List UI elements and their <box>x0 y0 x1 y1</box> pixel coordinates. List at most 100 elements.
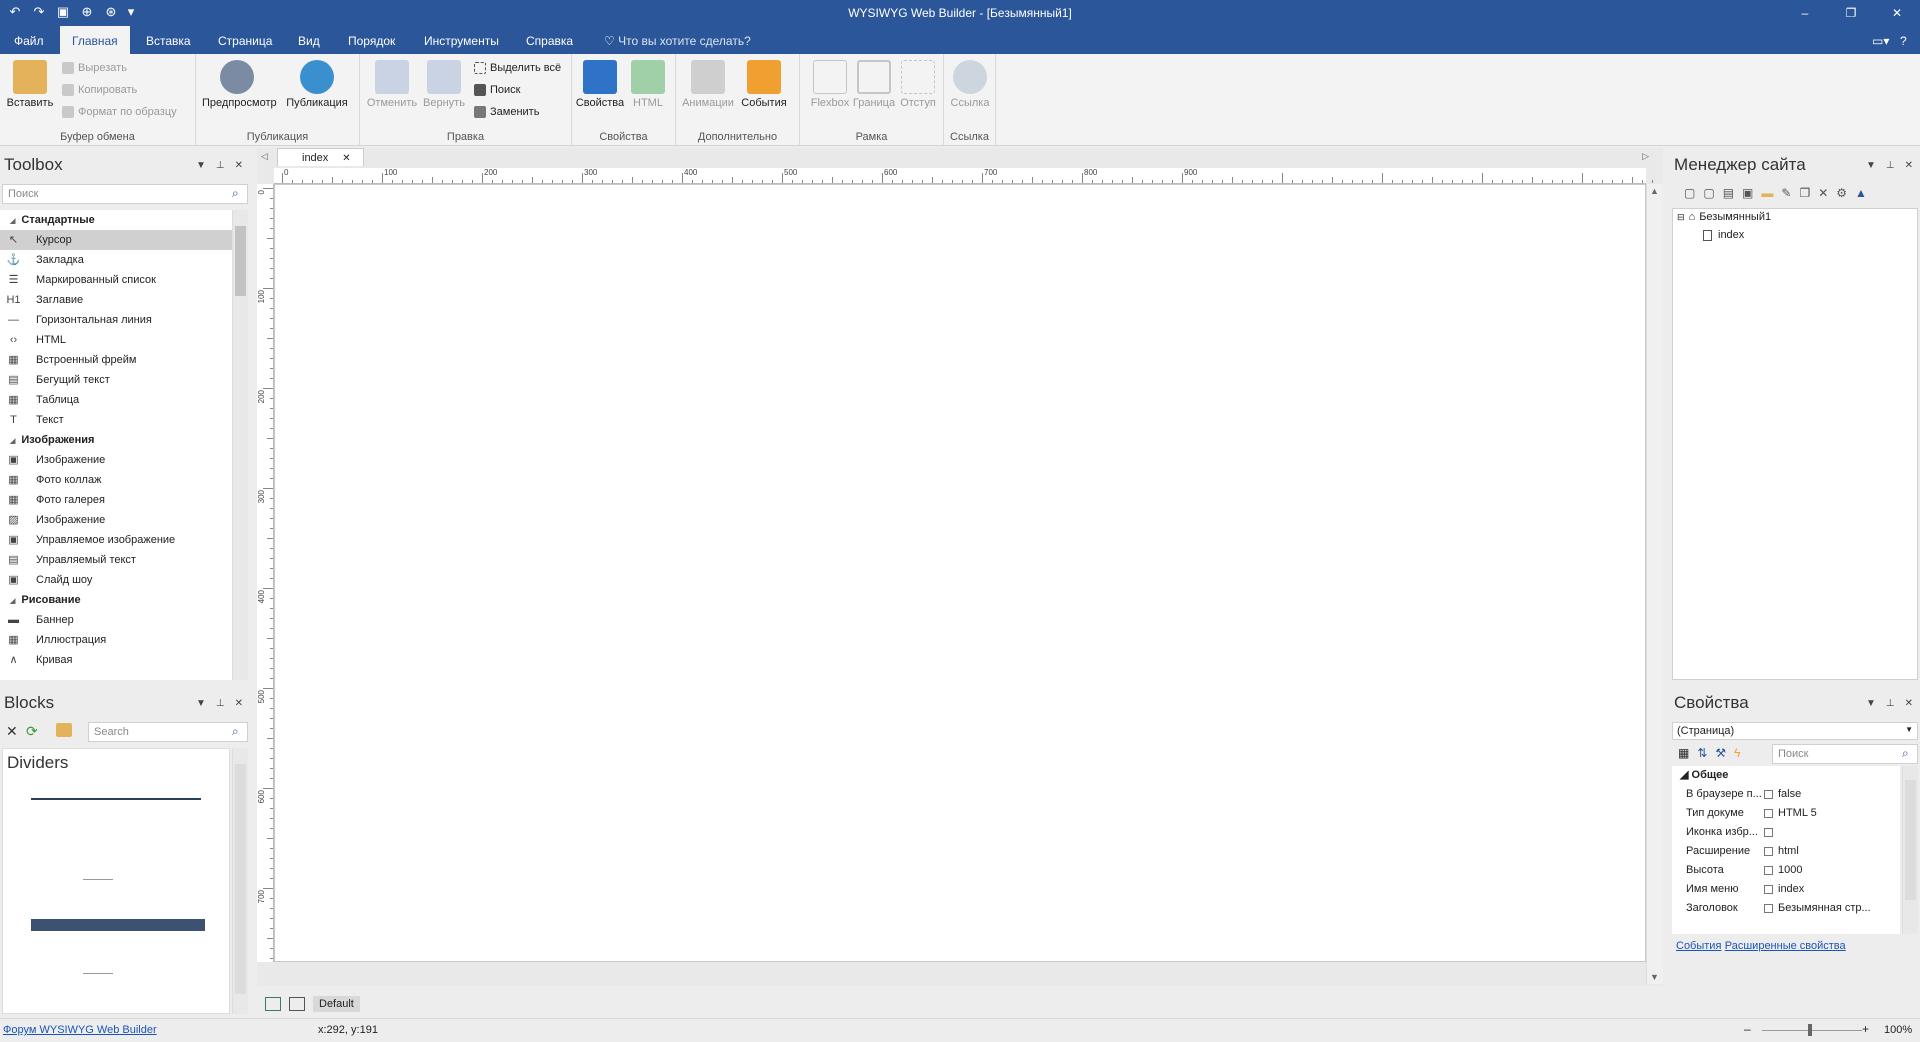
replace-button[interactable]: Заменить <box>474 106 539 118</box>
events-button[interactable]: События <box>738 60 790 109</box>
properties-search-input[interactable]: Поиск <box>1772 744 1918 764</box>
property-value[interactable]: html <box>1778 842 1898 861</box>
close-icon[interactable]: ✕ <box>235 160 243 171</box>
toolbox-item[interactable]: ▦ Иллюстрация <box>0 630 232 650</box>
toolbox-item[interactable]: ▦ Фото коллаж <box>0 470 232 490</box>
toolbox-scrollbar[interactable] <box>232 210 248 680</box>
blocks-search-input[interactable]: Search <box>88 722 248 742</box>
blocks-scrollbar[interactable] <box>232 748 248 1014</box>
help-icon[interactable]: ? <box>1888 26 1919 54</box>
toolbox-category[interactable]: Изображения <box>0 430 232 450</box>
tell-me-box[interactable]: ♡ Что вы хотите сделать? <box>598 26 763 54</box>
dropdown-icon[interactable]: ▼ <box>1866 698 1876 709</box>
toolbox-item[interactable]: ↖ Курсор <box>0 230 232 250</box>
page-icon[interactable]: ▤ <box>1723 186 1734 200</box>
zoom-out-icon[interactable]: – <box>1744 1022 1751 1036</box>
canvas-scrollbar[interactable]: ▲ ▼ <box>1646 184 1663 984</box>
property-value[interactable]: HTML 5 <box>1778 804 1898 823</box>
wrench-icon[interactable]: ⚒ <box>1715 746 1726 760</box>
add-breakpoint-icon[interactable] <box>265 997 281 1011</box>
object-selector[interactable]: (Страница) ▼ <box>1672 722 1918 740</box>
property-checkbox[interactable] <box>1764 809 1773 818</box>
property-row[interactable]: Иконка избр... <box>1672 823 1900 842</box>
dropdown-icon[interactable]: ▼ <box>196 698 206 709</box>
zoom-slider-thumb[interactable] <box>1808 1024 1812 1036</box>
dropdown-icon[interactable]: ▼ <box>196 160 206 171</box>
pin-icon[interactable]: ⊥ <box>216 698 225 709</box>
animations-button[interactable]: Анимации <box>682 60 734 109</box>
delete-page-icon[interactable]: ✕ <box>1818 186 1828 200</box>
redo-button[interactable]: Вернуть <box>418 60 470 109</box>
properties-scrollbar[interactable] <box>1902 766 1918 934</box>
padding-button[interactable]: Отступ <box>892 60 944 109</box>
close-icon[interactable]: ✕ <box>1905 160 1913 171</box>
scroll-left-tab-icon[interactable]: ◁ <box>261 151 268 162</box>
toolbox-item[interactable]: ▦ Фото галерея <box>0 490 232 510</box>
tree-root[interactable]: ⊟ ⌂ Безымянный1 <box>1677 211 1771 223</box>
toolbox-item[interactable]: ∧ Кривая <box>0 650 232 670</box>
pin-icon[interactable]: ⊥ <box>1886 698 1895 709</box>
delete-icon[interactable]: ✕ <box>6 723 18 740</box>
divider-block-4[interactable] <box>83 973 113 974</box>
page-properties-icon[interactable]: ⚙ <box>1836 186 1847 200</box>
toolbox-item[interactable]: ▤ Управляемый текст <box>0 550 232 570</box>
toolbox-item[interactable]: ▦ Таблица <box>0 390 232 410</box>
html-button[interactable]: HTML <box>622 60 674 109</box>
toolbox-item[interactable]: ▤ Бегущий текст <box>0 370 232 390</box>
zoom-in-icon[interactable]: + <box>1862 1022 1869 1036</box>
find-button[interactable]: Поиск <box>474 84 520 96</box>
divider-block-1[interactable] <box>31 798 201 800</box>
property-row[interactable]: В браузере п... false <box>1672 785 1900 804</box>
close-tab-icon[interactable]: ✕ <box>342 153 350 164</box>
folder-icon[interactable]: ▬ <box>1761 186 1773 200</box>
close-icon[interactable]: ✕ <box>1905 698 1913 709</box>
property-row[interactable]: Тип докуме HTML 5 <box>1672 804 1900 823</box>
toolbox-category[interactable]: Стандартные <box>0 210 232 230</box>
zoom-slider[interactable] <box>1762 1024 1862 1036</box>
toolbox-item[interactable]: ⚓ Закладка <box>0 250 232 270</box>
preview-button[interactable]: Предпросмотр <box>202 60 277 109</box>
property-checkbox[interactable] <box>1764 790 1773 799</box>
toolbox-search-input[interactable]: Поиск <box>2 184 248 204</box>
property-value[interactable]: false <box>1778 785 1898 804</box>
close-icon[interactable]: ✕ <box>235 698 243 709</box>
new-child-page-icon[interactable]: ▢ <box>1703 186 1714 200</box>
property-value[interactable]: 1000 <box>1778 861 1898 880</box>
paste-button[interactable]: Вставить <box>4 60 56 109</box>
breakpoint-default-button[interactable]: Default <box>313 996 360 1012</box>
pin-icon[interactable]: ⊥ <box>1886 160 1895 171</box>
property-checkbox[interactable] <box>1764 866 1773 875</box>
tab-home[interactable]: Главная <box>60 26 130 54</box>
tab-arrange[interactable]: Порядок <box>336 26 407 54</box>
tab-index[interactable]: index ✕ <box>277 148 364 166</box>
toolbox-item[interactable]: ‹› HTML <box>0 330 232 350</box>
search-icon[interactable]: ⌕ <box>1902 746 1909 761</box>
tab-help[interactable]: Справка <box>514 26 585 54</box>
toolbox-item[interactable]: — Горизонтальная линия <box>0 310 232 330</box>
toolbox-item[interactable]: ▣ Изображение <box>0 450 232 470</box>
collapse-icon[interactable]: ⊟ <box>1677 212 1685 223</box>
events-icon[interactable]: ϟ <box>1734 746 1740 760</box>
tab-view[interactable]: Вид <box>286 26 332 54</box>
new-page-icon[interactable]: ▢ <box>1684 186 1695 200</box>
publish-button[interactable]: Публикация <box>282 60 352 109</box>
toolbox-item[interactable]: H1 Заглавие <box>0 290 232 310</box>
cut-button[interactable]: Вырезать <box>62 62 127 74</box>
scroll-right-tab-icon[interactable]: ▷ <box>1642 151 1649 162</box>
advanced-properties-link[interactable]: Расширенные свойства <box>1725 940 1846 952</box>
toolbox-item[interactable]: ☰ Маркированный список <box>0 270 232 290</box>
scroll-up-icon[interactable]: ▲ <box>1650 186 1659 196</box>
categorized-icon[interactable]: ▦ <box>1678 746 1689 760</box>
design-canvas[interactable] <box>274 184 1646 962</box>
toolbox-category[interactable]: Рисование <box>0 590 232 610</box>
restore-button[interactable]: ❐ <box>1828 0 1874 26</box>
sort-az-icon[interactable]: ⇅ <box>1697 746 1707 760</box>
forum-link[interactable]: Форум WYSIWYG Web Builder <box>3 1024 157 1036</box>
folder-icon[interactable] <box>56 723 72 737</box>
tab-file[interactable]: Файл <box>2 26 56 54</box>
tab-page[interactable]: Страница <box>206 26 284 54</box>
copy-button[interactable]: Копировать <box>62 84 137 96</box>
move-up-icon[interactable]: ▲ <box>1855 186 1867 200</box>
search-icon[interactable]: ⌕ <box>232 186 239 201</box>
toolbox-item[interactable]: ▣ Управляемое изображение <box>0 530 232 550</box>
